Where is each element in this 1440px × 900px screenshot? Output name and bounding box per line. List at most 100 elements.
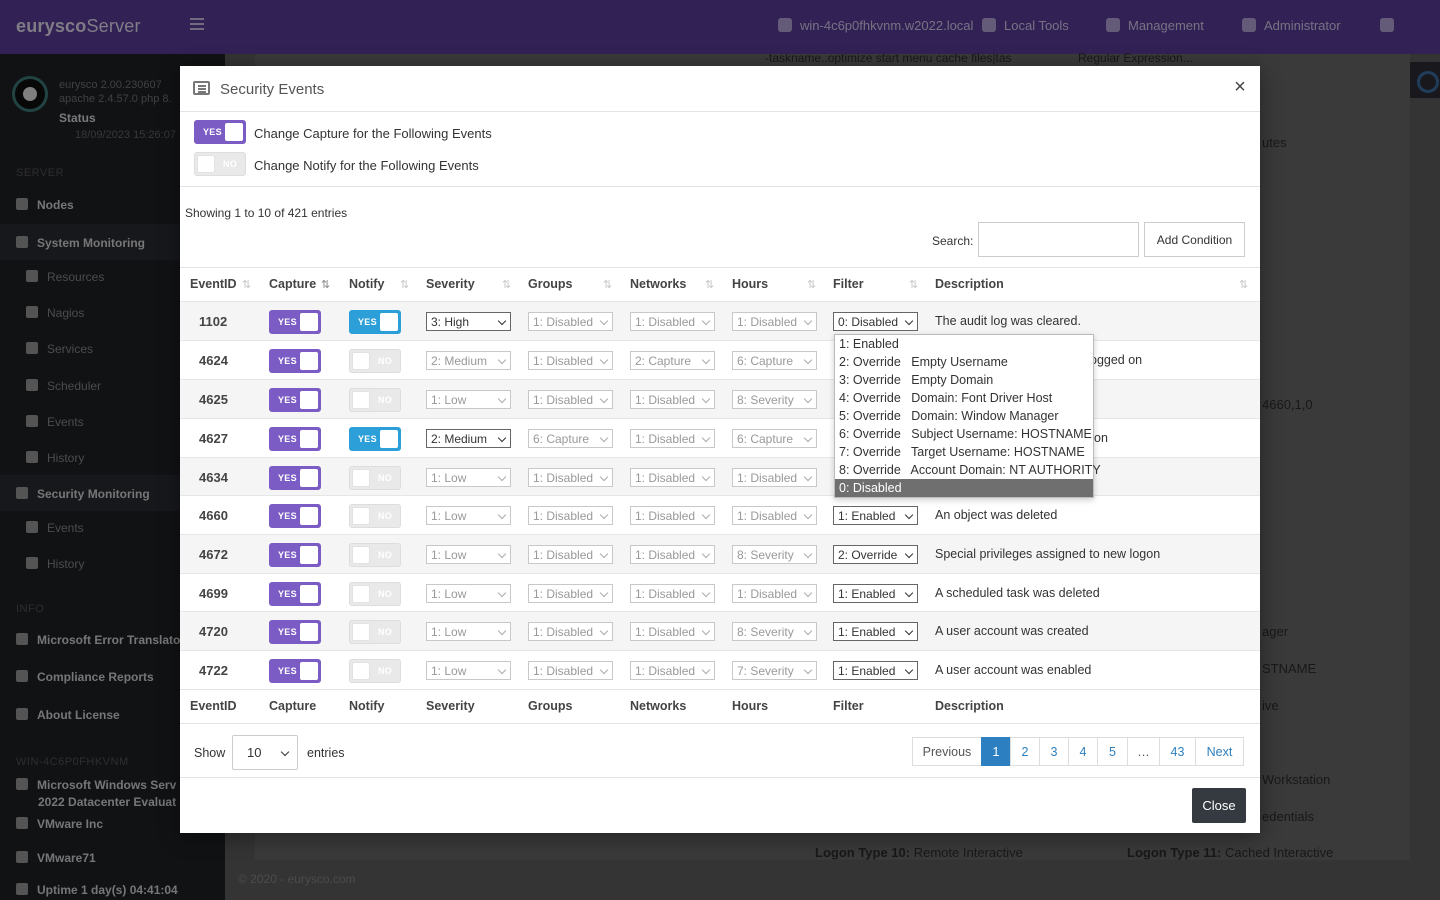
groups-select[interactable]: 1: Disabled xyxy=(528,661,613,680)
hours-select[interactable]: 1: Disabled xyxy=(732,312,817,331)
groups-select[interactable]: 1: Disabled xyxy=(528,390,613,409)
capture-toggle[interactable]: YES xyxy=(269,504,321,528)
networks-select[interactable]: 1: Disabled xyxy=(630,312,715,331)
filter-select[interactable]: 1: Enabled xyxy=(833,661,918,680)
col-networks[interactable]: Networks xyxy=(630,277,686,291)
pagination-page-2[interactable]: 2 xyxy=(1010,737,1040,766)
col-filter[interactable]: Filter xyxy=(833,277,864,291)
networks-select[interactable]: 1: Disabled xyxy=(630,584,715,603)
filter-select[interactable]: 1: Enabled xyxy=(833,622,918,641)
capture-toggle[interactable]: YES xyxy=(269,543,321,567)
groups-select[interactable]: 6: Capture xyxy=(528,429,613,448)
sort-icon[interactable]: ⇅ xyxy=(603,278,612,291)
networks-select[interactable]: 1: Disabled xyxy=(630,390,715,409)
pagination-page-4[interactable]: 4 xyxy=(1068,737,1098,766)
severity-select[interactable]: 1: Low xyxy=(426,661,511,680)
groups-select[interactable]: 1: Disabled xyxy=(528,312,613,331)
notify-toggle[interactable]: NO xyxy=(349,349,401,373)
severity-select[interactable]: 2: Medium xyxy=(426,351,511,370)
col-capture[interactable]: Capture xyxy=(269,277,316,291)
networks-select[interactable]: 1: Disabled xyxy=(630,506,715,525)
col-hours[interactable]: Hours xyxy=(732,277,768,291)
groups-select[interactable]: 1: Disabled xyxy=(528,584,613,603)
groups-select[interactable]: 1: Disabled xyxy=(528,622,613,641)
hours-select[interactable]: 1: Disabled xyxy=(732,468,817,487)
page-length-select[interactable]: 10 xyxy=(232,735,298,770)
capture-toggle[interactable]: YES xyxy=(269,620,321,644)
networks-select[interactable]: 1: Disabled xyxy=(630,545,715,564)
capture-toggle[interactable]: YES xyxy=(269,388,321,412)
close-icon[interactable]: × xyxy=(1230,76,1250,99)
severity-select[interactable]: 1: Low xyxy=(426,545,511,564)
capture-toggle[interactable]: YES xyxy=(194,120,246,144)
notify-toggle[interactable]: NO xyxy=(349,543,401,567)
sort-desc-icon[interactable]: ⇅ xyxy=(321,278,330,291)
hours-select[interactable]: 8: Severity xyxy=(732,390,817,409)
severity-select[interactable]: 1: Low xyxy=(426,584,511,603)
filter-option[interactable]: 0: Disabled xyxy=(835,479,1093,497)
sort-icon[interactable]: ⇅ xyxy=(705,278,714,291)
filter-option[interactable]: 3: Override Empty Domain xyxy=(835,371,1093,389)
notify-toggle[interactable]: NO xyxy=(349,388,401,412)
filter-option[interactable]: 8: Override Account Domain: NT AUTHORITY xyxy=(835,461,1101,479)
networks-select[interactable]: 1: Disabled xyxy=(630,468,715,487)
filter-option[interactable]: 1: Enabled xyxy=(835,335,1093,353)
capture-toggle[interactable]: YES xyxy=(269,466,321,490)
capture-toggle[interactable]: YES xyxy=(269,659,321,683)
pagination-next[interactable]: Next xyxy=(1195,737,1244,766)
filter-select[interactable]: 1: Enabled xyxy=(833,584,918,603)
filter-select[interactable]: 0: Disabled xyxy=(833,312,918,331)
networks-select[interactable]: 1: Disabled xyxy=(630,661,715,680)
networks-select[interactable]: 1: Disabled xyxy=(630,429,715,448)
severity-select[interactable]: 1: Low xyxy=(426,622,511,641)
capture-toggle[interactable]: YES xyxy=(269,310,321,334)
capture-toggle[interactable]: YES xyxy=(269,349,321,373)
notify-toggle[interactable]: NO xyxy=(349,466,401,490)
severity-select[interactable]: 1: Low xyxy=(426,390,511,409)
filter-select[interactable]: 2: Override xyxy=(833,545,918,564)
capture-toggle[interactable]: YES xyxy=(269,582,321,606)
notify-toggle[interactable]: YES xyxy=(349,427,401,451)
col-severity[interactable]: Severity xyxy=(426,277,475,291)
capture-toggle[interactable]: YES xyxy=(269,427,321,451)
sort-icon[interactable]: ⇅ xyxy=(1239,278,1248,291)
filter-option[interactable]: 7: Override Target Username: HOSTNAME xyxy=(835,443,1093,461)
hours-select[interactable]: 8: Severity xyxy=(732,622,817,641)
pagination-previous[interactable]: Previous xyxy=(912,737,982,766)
sort-icon[interactable]: ⇅ xyxy=(807,278,816,291)
notify-toggle[interactable]: NO xyxy=(194,152,246,176)
groups-select[interactable]: 1: Disabled xyxy=(528,545,613,564)
notify-toggle[interactable]: NO xyxy=(349,659,401,683)
hours-select[interactable]: 6: Capture xyxy=(732,429,817,448)
filter-select[interactable]: 1: Enabled xyxy=(833,506,918,525)
groups-select[interactable]: 1: Disabled xyxy=(528,468,613,487)
hours-select[interactable]: 8: Severity xyxy=(732,545,817,564)
col-description[interactable]: Description xyxy=(935,277,1004,291)
hours-select[interactable]: 1: Disabled xyxy=(732,584,817,603)
close-button[interactable]: Close xyxy=(1192,788,1246,823)
sort-icon[interactable]: ⇅ xyxy=(909,278,918,291)
filter-dropdown-list[interactable]: 1: Enabled 2: Override Empty Username 3: O… xyxy=(834,334,1101,498)
filter-option[interactable]: 2: Override Empty Username xyxy=(835,353,1093,371)
networks-select[interactable]: 1: Disabled xyxy=(630,622,715,641)
hours-select[interactable]: 1: Disabled xyxy=(732,506,817,525)
pagination-page-43[interactable]: 43 xyxy=(1159,737,1196,766)
col-eventid[interactable]: EventID xyxy=(190,277,237,291)
notify-toggle[interactable]: NO xyxy=(349,504,401,528)
hours-select[interactable]: 6: Capture xyxy=(732,351,817,370)
sort-icon[interactable]: ⇅ xyxy=(400,278,409,291)
networks-select[interactable]: 2: Capture xyxy=(630,351,715,370)
col-groups[interactable]: Groups xyxy=(528,277,572,291)
search-input[interactable] xyxy=(978,222,1139,257)
severity-select[interactable]: 1: Low xyxy=(426,506,511,525)
notify-toggle[interactable]: NO xyxy=(349,620,401,644)
filter-option[interactable]: 4: Override Domain: Font Driver Host xyxy=(835,389,1093,407)
groups-select[interactable]: 1: Disabled xyxy=(528,351,613,370)
add-condition-button[interactable]: Add Condition xyxy=(1144,222,1245,257)
sort-icon[interactable]: ⇅ xyxy=(502,278,511,291)
filter-option[interactable]: 6: Override Subject Username: HOSTNAME xyxy=(835,425,1093,443)
severity-select[interactable]: 3: High xyxy=(426,312,511,331)
pagination-page-1[interactable]: 1 xyxy=(981,737,1011,766)
pagination-page-5[interactable]: 5 xyxy=(1097,737,1128,766)
hours-select[interactable]: 7: Severity xyxy=(732,661,817,680)
